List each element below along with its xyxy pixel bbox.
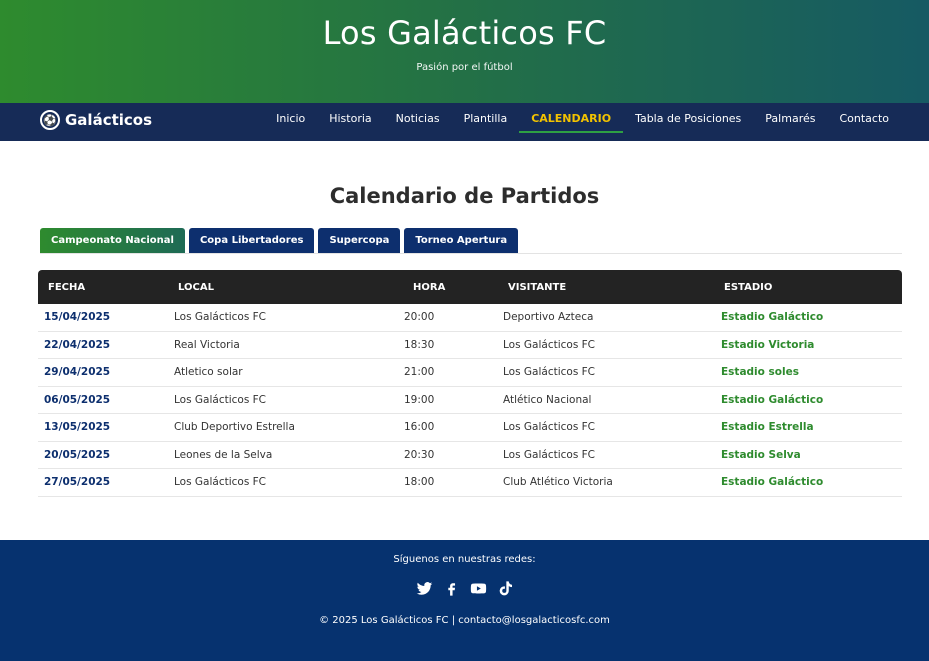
cell-estadio: Estadio Galáctico <box>721 311 824 324</box>
table-row: 27/05/2025 Los Galácticos FC 18:00 Club Atl… <box>38 469 902 497</box>
tab-campeonato-nacional[interactable]: Campeonato Nacional <box>40 228 185 254</box>
cell-hora: 20:30 <box>404 448 435 461</box>
social-links <box>0 580 929 597</box>
nav-item-contacto[interactable]: Contacto <box>827 103 901 141</box>
cell-hora: 21:00 <box>404 366 435 379</box>
competition-tabs: Campeonato Nacional Copa Libertadores Supe… <box>40 228 519 254</box>
tab-torneo-apertura[interactable]: Torneo Apertura <box>404 228 519 254</box>
tiktok-icon[interactable] <box>497 580 514 597</box>
header-local: LOCAL <box>178 281 214 293</box>
cell-visitante: Los Galácticos FC <box>503 421 596 434</box>
tab-copa-libertadores[interactable]: Copa Libertadores <box>188 228 315 254</box>
nav-item-historia[interactable]: Historia <box>317 103 383 141</box>
site-subtitle: Pasión por el fútbol <box>416 62 513 73</box>
cell-fecha: 13/05/2025 <box>44 421 111 434</box>
table-body: 15/04/2025 Los Galácticos FC 20:00 Deportiv… <box>38 304 902 497</box>
table-row: 20/05/2025 Leones de la Selva 20:30 Los Gal… <box>38 442 902 469</box>
cell-visitante: Los Galácticos FC <box>503 366 596 379</box>
header-visitante: VISITANTE <box>508 281 567 293</box>
copyright-text: © 2025 Los Galácticos FC | contacto@losg… <box>319 615 610 626</box>
facebook-icon[interactable] <box>443 580 460 597</box>
tabs-divider <box>40 253 902 254</box>
nav-item-palmarés[interactable]: Palmarés <box>753 103 827 141</box>
cell-visitante: Deportivo Azteca <box>503 311 594 324</box>
cell-local: Leones de la Selva <box>174 448 273 461</box>
cell-local: Atletico solar <box>174 366 243 379</box>
cell-fecha: 06/05/2025 <box>44 393 111 406</box>
nav-menu: Inicio Historia Noticias Plantilla CALENDARI… <box>264 103 901 141</box>
follow-text: Síguenos en nuestras redes: <box>393 554 536 565</box>
cell-hora: 19:00 <box>404 393 435 406</box>
nav-item-plantilla[interactable]: Plantilla <box>452 103 520 141</box>
main-nav: ⚽ Galácticos Inicio Historia Noticias Plant… <box>0 103 929 141</box>
header-fecha: FECHA <box>48 281 86 293</box>
brand-link[interactable]: ⚽ Galácticos <box>40 110 152 130</box>
cell-fecha: 27/05/2025 <box>44 476 111 489</box>
header-estadio: ESTADIO <box>724 281 773 293</box>
cell-local: Real Victoria <box>174 338 240 351</box>
nav-item-calendario[interactable]: CALENDARIO <box>519 103 623 141</box>
cell-visitante: Los Galácticos FC <box>503 448 596 461</box>
brand-name: Galácticos <box>65 111 153 129</box>
header-hora: HORA <box>413 281 446 293</box>
cell-local: Club Deportivo Estrella <box>174 421 295 434</box>
site-title: Los Galácticos FC <box>322 14 607 52</box>
cell-visitante: Atlético Nacional <box>503 393 592 406</box>
cell-local: Los Galácticos FC <box>174 311 267 324</box>
nav-item-noticias[interactable]: Noticias <box>384 103 452 141</box>
cell-estadio: Estadio Selva <box>721 448 801 461</box>
cell-local: Los Galácticos FC <box>174 393 267 406</box>
cell-fecha: 20/05/2025 <box>44 448 111 461</box>
cell-hora: 18:00 <box>404 476 435 489</box>
table-row: 06/05/2025 Los Galácticos FC 19:00 Atlético… <box>38 387 902 414</box>
cell-fecha: 29/04/2025 <box>44 366 111 379</box>
table-row: 29/04/2025 Atletico solar 21:00 Los Galácti… <box>38 359 902 387</box>
fixtures-table: FECHA LOCAL HORA VISITANTE ESTADIO 15/04… <box>38 270 902 497</box>
cell-estadio: Estadio soles <box>721 366 799 379</box>
cell-local: Los Galácticos FC <box>174 476 267 489</box>
cell-fecha: 15/04/2025 <box>44 311 111 324</box>
table-row: 13/05/2025 Club Deportivo Estrella 16:00 Lo… <box>38 414 902 442</box>
cell-estadio: Estadio Estrella <box>721 421 814 434</box>
table-header: FECHA LOCAL HORA VISITANTE ESTADIO <box>38 270 902 304</box>
cell-hora: 18:30 <box>404 338 435 351</box>
cell-estadio: Estadio Victoria <box>721 338 815 351</box>
nav-item-inicio[interactable]: Inicio <box>264 103 317 141</box>
table-row: 15/04/2025 Los Galácticos FC 20:00 Deportiv… <box>38 304 902 332</box>
page-title: Calendario de Partidos <box>329 184 600 208</box>
cell-hora: 16:00 <box>404 421 435 434</box>
youtube-icon[interactable] <box>470 580 487 597</box>
site-footer: Síguenos en nuestras redes: © 2025 Los G… <box>0 540 929 661</box>
cell-estadio: Estadio Galáctico <box>721 476 824 489</box>
soccer-ball-icon: ⚽ <box>40 110 60 130</box>
nav-item-tabla-de-posiciones[interactable]: Tabla de Posiciones <box>623 103 753 141</box>
cell-visitante: Club Atlético Victoria <box>503 476 613 489</box>
twitter-icon[interactable] <box>416 580 433 597</box>
cell-visitante: Los Galácticos FC <box>503 338 596 351</box>
hero-header: Los Galácticos FC Pasión por el fútbol <box>0 0 929 103</box>
table-row: 22/04/2025 Real Victoria 18:30 Los Galáctic… <box>38 332 902 359</box>
cell-fecha: 22/04/2025 <box>44 338 111 351</box>
cell-hora: 20:00 <box>404 311 435 324</box>
cell-estadio: Estadio Galáctico <box>721 393 824 406</box>
tab-supercopa[interactable]: Supercopa <box>318 228 401 254</box>
